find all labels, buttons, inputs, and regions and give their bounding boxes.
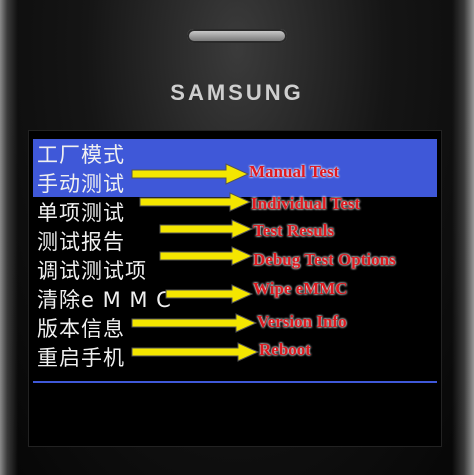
annotation-reboot: Reboot	[259, 340, 311, 359]
annotation-debug-test-options: Debug Test Options	[253, 250, 396, 269]
annotation-version-info: Version Info	[257, 312, 347, 331]
arrow-icon	[159, 219, 254, 239]
annotation-manual-test: Manual Test	[249, 162, 340, 181]
annotation-arrows	[131, 163, 260, 362]
arrow-icon	[131, 313, 258, 333]
arrow-icon	[159, 246, 254, 266]
arrow-icon	[139, 192, 252, 212]
arrow-icon	[165, 284, 254, 304]
annotation-wipe-emmc: Wipe eMMC	[253, 279, 348, 298]
phone-body: SAMSUNG 工厂模式 手动测试 单项测试 测试报告 调试测试项 清除e M …	[0, 0, 474, 475]
annotation-test-results: Test Resuls	[253, 221, 335, 240]
arrow-icon	[131, 342, 260, 362]
arrow-icon	[131, 163, 250, 185]
annotation-individual-test: Individual Test	[251, 194, 361, 213]
